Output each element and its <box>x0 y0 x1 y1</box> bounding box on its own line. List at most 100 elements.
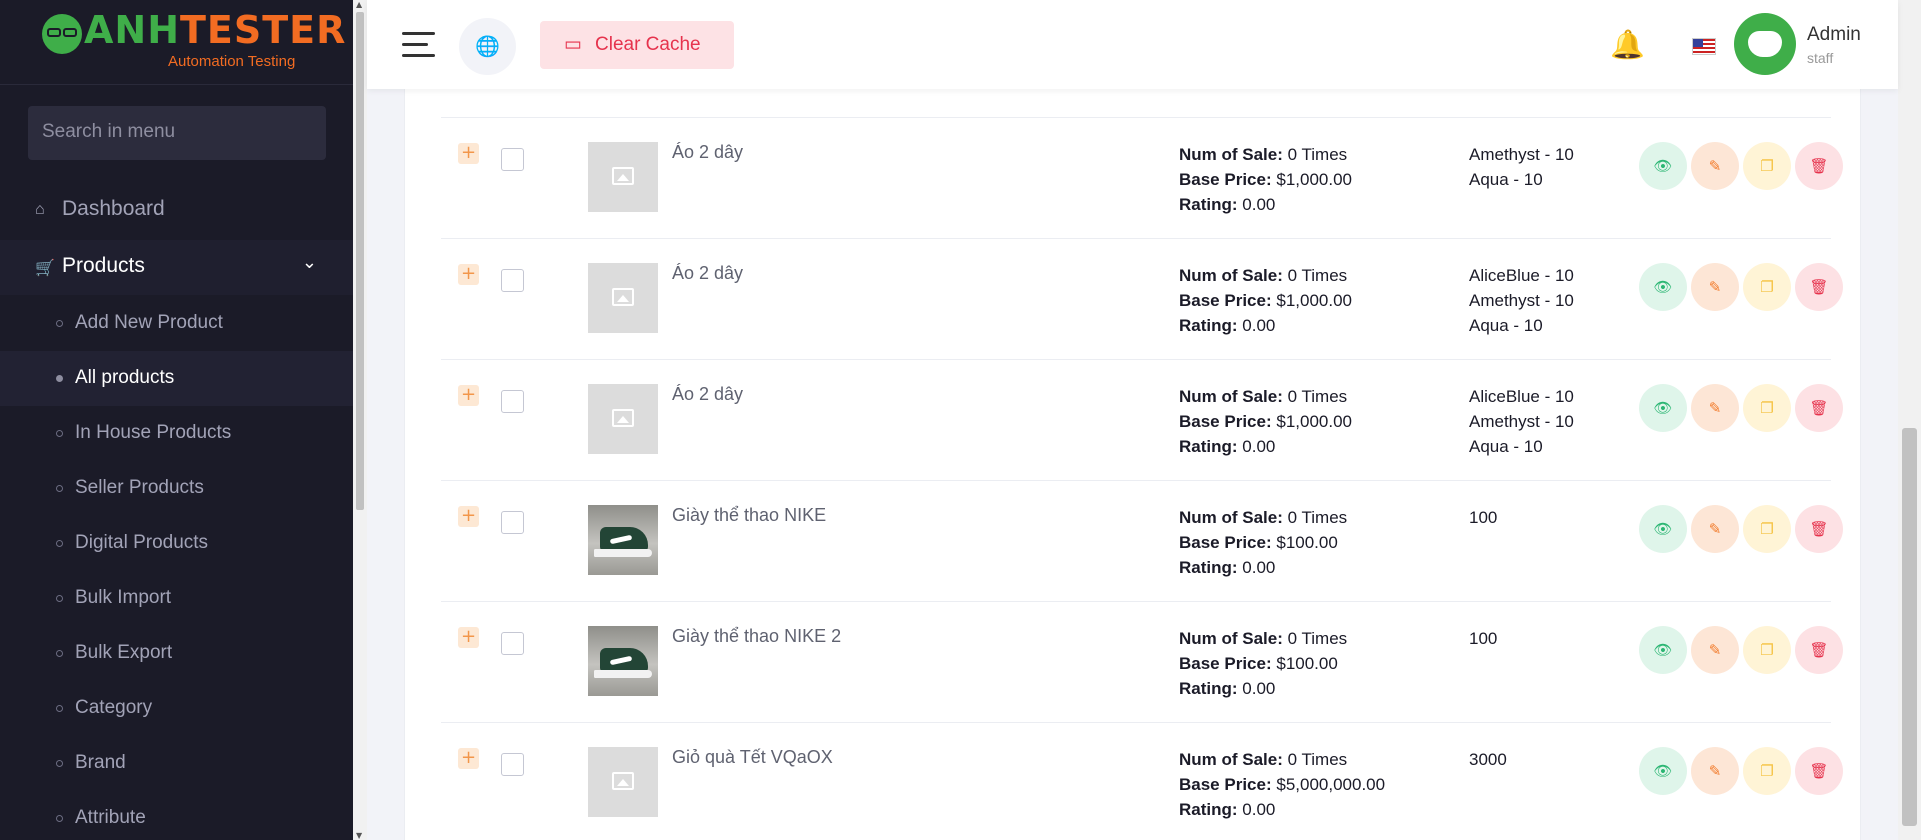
menu-toggle-icon[interactable] <box>402 32 435 58</box>
sale-label: Num of Sale: <box>1179 629 1283 648</box>
edit-icon[interactable]: ✎ <box>1691 505 1739 553</box>
row-actions: 👁 ✎ ❐ 🗑 <box>1639 505 1843 553</box>
edit-icon[interactable]: ✎ <box>1691 747 1739 795</box>
edit-icon[interactable]: ✎ <box>1691 626 1739 674</box>
product-thumbnail <box>588 626 658 696</box>
expand-row-icon[interactable]: + <box>458 264 479 285</box>
sidebar-scrollbar[interactable]: ▲ ▼ <box>353 0 367 840</box>
row-actions: 👁 ✎ ❐ 🗑 <box>1639 747 1843 795</box>
stock-line: Amethyst - 10 <box>1469 412 1574 431</box>
product-thumbnail <box>588 384 658 454</box>
row-checkbox[interactable] <box>501 269 524 292</box>
table-row: + Giày thể thao NIKE Num of Sale: 0 Times B… <box>441 480 1843 601</box>
clear-cache-button[interactable]: ▭ Clear Cache <box>540 21 734 69</box>
product-name[interactable]: Áo 2 dây <box>672 142 743 163</box>
bell-icon[interactable]: 🔔 <box>1610 28 1645 61</box>
eye-icon[interactable]: 👁 <box>1639 747 1687 795</box>
globe-icon[interactable]: 🌐 <box>459 18 516 75</box>
copy-icon[interactable]: ❐ <box>1743 384 1791 432</box>
sidebar-item-dashboard[interactable]: ⌂ Dashboard <box>0 183 353 238</box>
rating-label: Rating: <box>1179 558 1238 577</box>
sidebar-subitem[interactable]: Digital Products <box>0 516 353 571</box>
row-checkbox[interactable] <box>501 511 524 534</box>
product-stock: AliceBlue - 10 Amethyst - 10 Aqua - 10 <box>1469 263 1574 338</box>
product-name[interactable]: Giày thể thao NIKE <box>672 505 826 526</box>
trash-icon[interactable]: 🗑 <box>1795 626 1843 674</box>
stock-line: Amethyst - 10 <box>1469 291 1574 310</box>
product-thumbnail <box>588 505 658 575</box>
trash-icon[interactable]: 🗑 <box>1795 384 1843 432</box>
edit-icon[interactable]: ✎ <box>1691 263 1739 311</box>
copy-icon[interactable]: ❐ <box>1743 142 1791 190</box>
eye-icon[interactable]: 👁 <box>1639 626 1687 674</box>
product-info: Num of Sale: 0 Times Base Price: $1,000.0… <box>1179 142 1352 217</box>
stock-line: 3000 <box>1469 750 1507 769</box>
copy-icon[interactable]: ❐ <box>1743 747 1791 795</box>
sidebar-subitem[interactable]: All products <box>0 351 353 406</box>
trash-icon[interactable]: 🗑 <box>1795 142 1843 190</box>
sidebar-subitem[interactable]: Category <box>0 681 353 736</box>
bullet-icon <box>56 540 63 547</box>
product-info: Num of Sale: 0 Times Base Price: $1,000.0… <box>1179 384 1352 459</box>
bullet-icon <box>56 430 63 437</box>
expand-row-icon[interactable]: + <box>458 143 479 164</box>
copy-icon[interactable]: ❐ <box>1743 263 1791 311</box>
avatar[interactable] <box>1734 13 1796 75</box>
expand-row-icon[interactable]: + <box>458 506 479 527</box>
sidebar-subitem[interactable]: Seller Products <box>0 461 353 516</box>
logo-glasses-icon <box>42 14 82 54</box>
logo[interactable]: ANHTESTER Automation Testing <box>0 0 353 85</box>
sidebar-subitem[interactable]: Brand <box>0 736 353 791</box>
trash-icon[interactable]: 🗑 <box>1795 505 1843 553</box>
sidebar-subitem[interactable]: Add New Product <box>0 296 353 351</box>
stock-line: Aqua - 10 <box>1469 437 1543 456</box>
expand-row-icon[interactable]: + <box>458 385 479 406</box>
sidebar-subitem[interactable]: Bulk Import <box>0 571 353 626</box>
row-actions: 👁 ✎ ❐ 🗑 <box>1639 263 1843 311</box>
sale-value: 0 Times <box>1287 266 1348 285</box>
product-name[interactable]: Giỏ quà Tết VQaOX <box>672 747 833 768</box>
copy-icon[interactable]: ❐ <box>1743 505 1791 553</box>
row-checkbox[interactable] <box>501 390 524 413</box>
row-checkbox[interactable] <box>501 632 524 655</box>
user-name[interactable]: Admin <box>1807 24 1861 46</box>
eye-icon[interactable]: 👁 <box>1639 505 1687 553</box>
stock-line: AliceBlue - 10 <box>1469 266 1574 285</box>
sale-value: 0 Times <box>1287 629 1348 648</box>
sidebar-subitem[interactable]: Bulk Export <box>0 626 353 681</box>
expand-row-icon[interactable]: + <box>458 748 479 769</box>
sidebar-subitem[interactable]: Attribute <box>0 791 353 840</box>
product-name[interactable]: Áo 2 dây <box>672 263 743 284</box>
trash-icon[interactable]: 🗑 <box>1795 263 1843 311</box>
price-label: Base Price: <box>1179 654 1272 673</box>
eye-icon[interactable]: 👁 <box>1639 384 1687 432</box>
row-actions: 👁 ✎ ❐ 🗑 <box>1639 626 1843 674</box>
page-scrollbar[interactable] <box>1898 0 1921 840</box>
us-flag-icon[interactable] <box>1692 38 1716 55</box>
expand-row-icon[interactable]: + <box>458 627 479 648</box>
bullet-icon <box>56 595 63 602</box>
price-label: Base Price: <box>1179 533 1272 552</box>
sidebar-subitem[interactable]: In House Products <box>0 406 353 461</box>
edit-icon[interactable]: ✎ <box>1691 142 1739 190</box>
row-checkbox[interactable] <box>501 148 524 171</box>
trash-icon[interactable]: 🗑 <box>1795 747 1843 795</box>
menu-search-input[interactable]: Search in menu <box>28 106 326 160</box>
row-checkbox[interactable] <box>501 753 524 776</box>
eye-icon[interactable]: 👁 <box>1639 263 1687 311</box>
top-bar: 🌐 ▭ Clear Cache 🔔 Admin staff <box>367 0 1898 89</box>
rating-value: 0.00 <box>1242 800 1276 819</box>
product-stock: Amethyst - 10 Aqua - 10 <box>1469 142 1574 192</box>
copy-icon[interactable]: ❐ <box>1743 626 1791 674</box>
bullet-icon <box>56 650 63 657</box>
eye-icon[interactable]: 👁 <box>1639 142 1687 190</box>
sidebar-item-products[interactable]: 🛒 Products ⌄ <box>0 240 353 295</box>
stock-line: Aqua - 10 <box>1469 170 1543 189</box>
product-name[interactable]: Áo 2 dây <box>672 384 743 405</box>
rating-label: Rating: <box>1179 437 1238 456</box>
stock-line: AliceBlue - 10 <box>1469 387 1574 406</box>
edit-icon[interactable]: ✎ <box>1691 384 1739 432</box>
product-name[interactable]: Giày thể thao NIKE 2 <box>672 626 841 647</box>
bullet-icon <box>56 375 63 382</box>
sale-value: 0 Times <box>1287 750 1348 769</box>
